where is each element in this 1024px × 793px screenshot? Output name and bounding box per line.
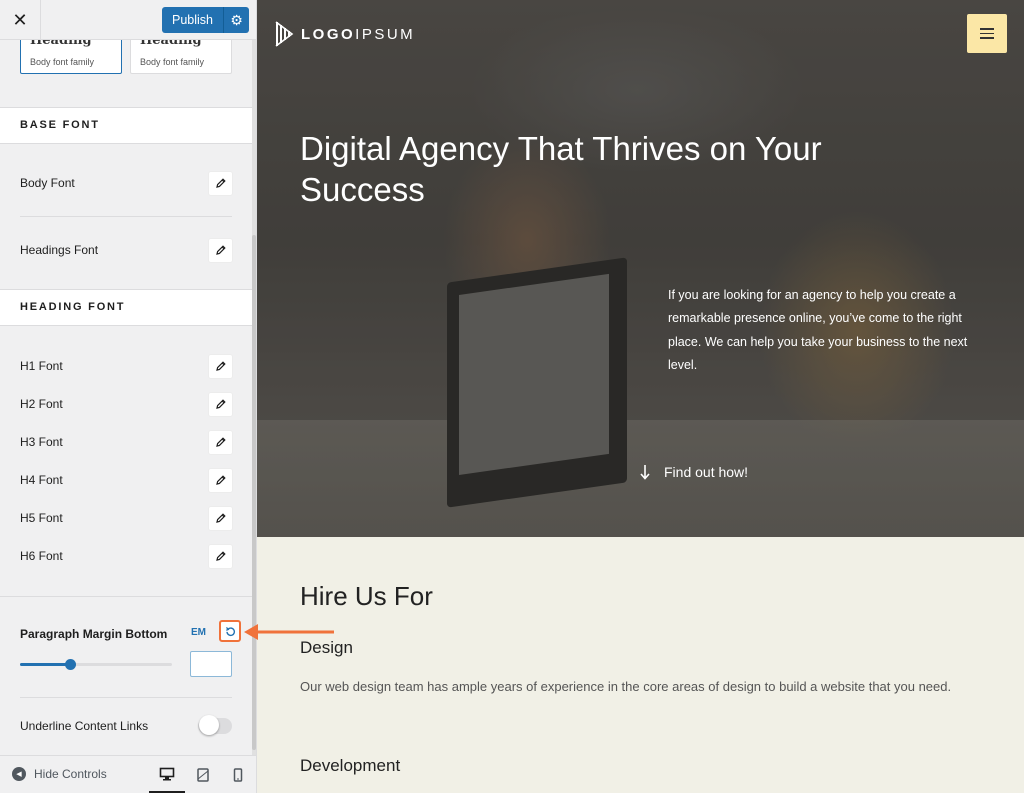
cta-label: Find out how! (664, 464, 749, 480)
logo-text-bold: LOGO (301, 25, 356, 43)
collapse-icon: ◀ (12, 767, 26, 781)
hamburger-line (980, 37, 994, 39)
pencil-icon (215, 513, 226, 523)
h5-font-label: H5 Font (20, 511, 63, 525)
logo-text-light: IPSUM (355, 25, 416, 43)
underline-links-label: Underline Content Links (20, 719, 149, 733)
divider (20, 697, 232, 698)
edit-h3-font-button[interactable] (209, 430, 232, 454)
h6-font-label: H6 Font (20, 549, 63, 563)
device-desktop-button[interactable] (149, 756, 185, 793)
slider-thumb[interactable] (65, 659, 77, 670)
customizer-header: ✕ Publish ⚙ (0, 0, 256, 40)
edit-h1-font-button[interactable] (209, 354, 232, 378)
h4-font-row: H4 Font (20, 468, 232, 492)
hide-controls-button[interactable]: ◀ Hide Controls (12, 767, 107, 781)
device-mobile-button[interactable] (220, 756, 256, 793)
h2-font-row: H2 Font (20, 392, 232, 416)
edit-body-font-button[interactable] (209, 171, 232, 195)
publish-settings-button[interactable]: ⚙ (223, 7, 249, 33)
service-title-development: Development (300, 756, 401, 775)
sidebar-scrollbar[interactable] (252, 40, 256, 755)
h6-font-row: H6 Font (20, 544, 232, 568)
body-font-row: Body Font (20, 150, 232, 217)
h4-font-label: H4 Font (20, 473, 63, 487)
publish-button[interactable]: Publish (162, 7, 223, 33)
pencil-icon (215, 245, 226, 255)
gear-icon: ⚙ (230, 12, 243, 28)
customizer-footer: ◀ Hide Controls (0, 755, 256, 793)
pencil-icon (215, 437, 226, 447)
preset-subtitle: Body font family (30, 57, 95, 67)
hero-title: Digital Agency That Thrives on Your Succ… (300, 130, 822, 208)
hamburger-line (980, 32, 994, 35)
pencil-icon (215, 399, 226, 409)
section-title: Hire Us For (300, 581, 433, 611)
h1-font-row: H1 Font (20, 354, 232, 378)
reset-button[interactable] (219, 620, 241, 642)
pencil-icon (215, 361, 226, 371)
toggle-knob (199, 715, 219, 735)
site-preview: LOGOIPSUM Digital Agency That Thrives on… (257, 0, 1024, 793)
reset-icon (225, 626, 235, 636)
hero-section: LOGOIPSUM Digital Agency That Thrives on… (257, 0, 1024, 537)
base-font-heading: BASE FONT (0, 107, 252, 144)
unit-selector[interactable]: EM (191, 627, 206, 638)
logo-mark-icon (275, 21, 294, 47)
edit-h6-font-button[interactable] (209, 544, 232, 568)
device-tablet-button[interactable] (185, 756, 221, 793)
h2-font-label: H2 Font (20, 397, 63, 411)
pencil-icon (215, 551, 226, 561)
close-icon: ✕ (12, 9, 28, 30)
h1-font-label: H1 Font (20, 359, 63, 373)
slider-fill (20, 663, 71, 666)
services-section: Hire Us For Design Our web design team h… (257, 537, 1024, 793)
headings-font-label: Headings Font (20, 243, 99, 257)
h3-font-label: H3 Font (20, 435, 63, 449)
customizer-sidebar: Heading Body font family Heading Body fo… (0, 0, 257, 793)
h3-font-row: H3 Font (20, 430, 232, 454)
paragraph-margin-control: Paragraph Margin Bottom EM Underline Con… (0, 596, 252, 755)
service-text-design: Our web design team has ample years of e… (300, 679, 952, 694)
controls-panel: Heading Body font family Heading Body fo… (0, 0, 252, 755)
paragraph-margin-label: Paragraph Margin Bottom (20, 627, 168, 641)
headings-font-row: Headings Font (20, 217, 232, 283)
scrollbar-thumb[interactable] (252, 235, 256, 750)
mobile-icon (233, 768, 243, 782)
arrow-down-icon (640, 465, 650, 480)
body-font-label: Body Font (20, 176, 75, 190)
h5-font-row: H5 Font (20, 506, 232, 530)
publish-group: Publish ⚙ (162, 7, 249, 33)
site-logo[interactable]: LOGOIPSUM (275, 20, 415, 48)
hide-controls-label: Hide Controls (34, 767, 107, 781)
edit-headings-font-button[interactable] (209, 238, 232, 262)
edit-h4-font-button[interactable] (209, 468, 232, 492)
hero-text: If you are looking for an agency to help… (668, 288, 968, 372)
margin-value-input[interactable] (190, 651, 232, 677)
pencil-icon (215, 178, 226, 188)
desktop-icon (159, 767, 175, 780)
find-out-how-link[interactable]: Find out how! (640, 464, 748, 480)
hero-overlay (257, 0, 1024, 537)
pencil-icon (215, 475, 226, 485)
logo-text: LOGOIPSUM (301, 26, 415, 43)
edit-h2-font-button[interactable] (209, 392, 232, 416)
close-button[interactable]: ✕ (0, 0, 41, 40)
heading-font-heading: HEADING FONT (0, 289, 252, 326)
edit-h5-font-button[interactable] (209, 506, 232, 530)
underline-links-toggle[interactable] (198, 715, 232, 735)
tablet-icon (197, 768, 209, 782)
hamburger-line (980, 28, 994, 30)
margin-slider[interactable] (20, 659, 172, 670)
service-title-design: Design (300, 638, 353, 657)
preset-subtitle: Body font family (140, 57, 205, 67)
menu-toggle-button[interactable] (967, 14, 1007, 53)
